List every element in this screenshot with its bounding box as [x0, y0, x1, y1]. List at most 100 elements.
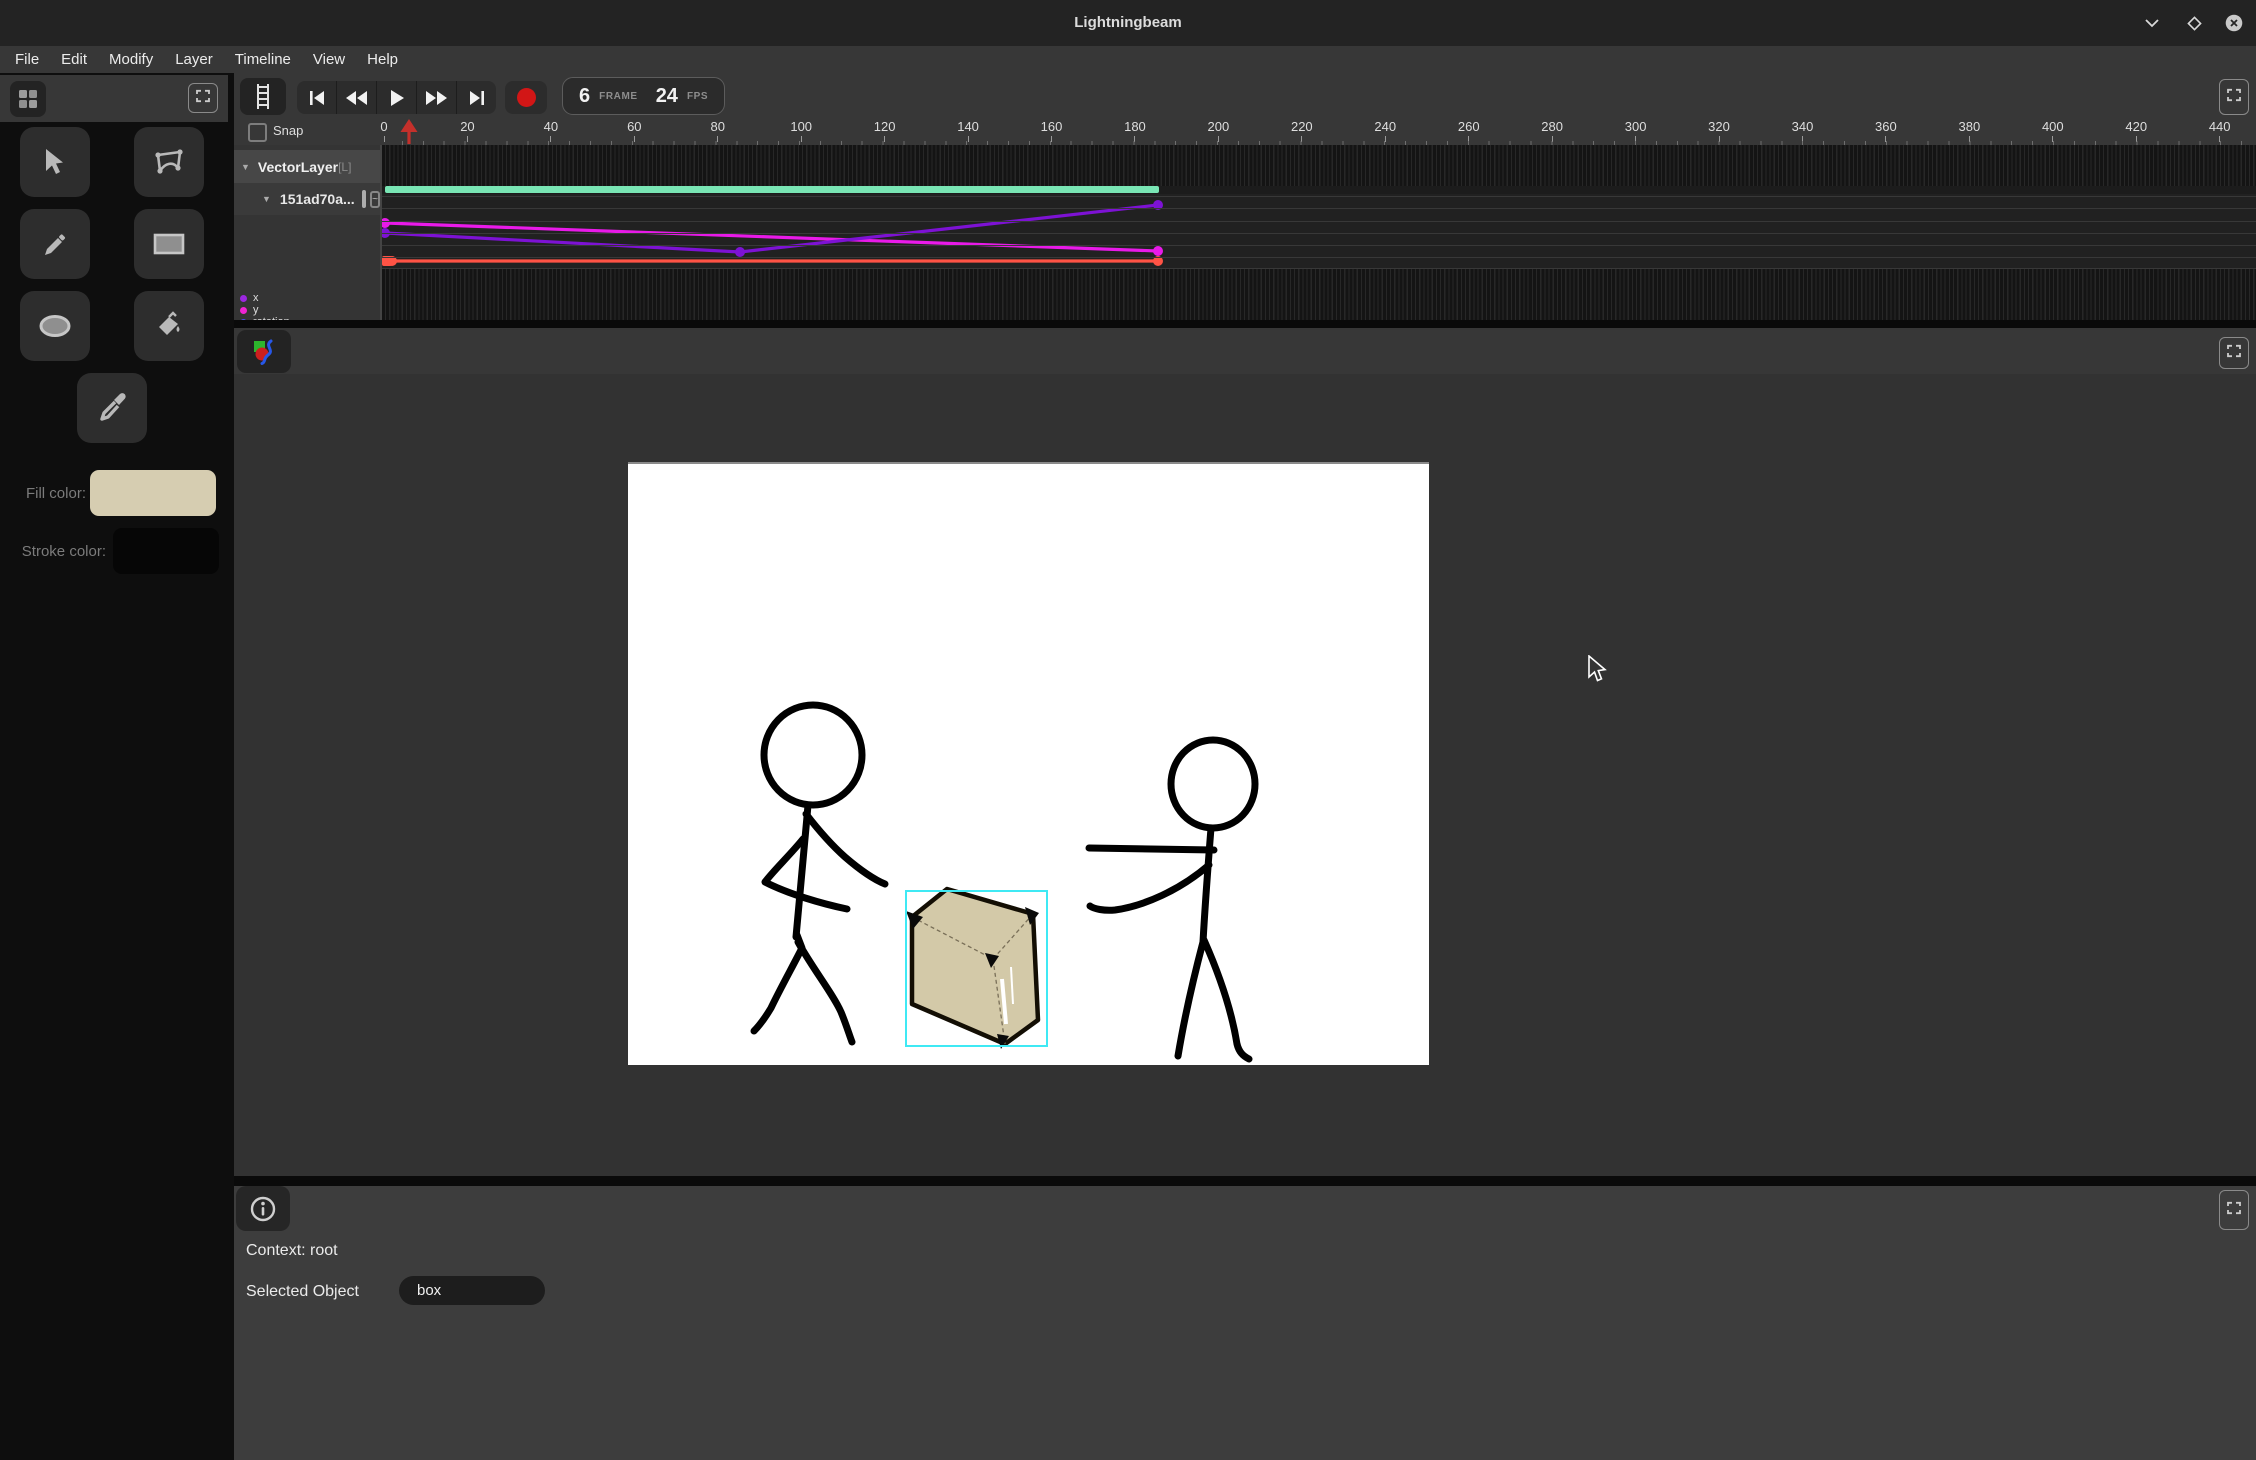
play-button[interactable]	[377, 81, 417, 114]
timeline-expand-button[interactable]	[2219, 79, 2249, 115]
timeline-panel: 6 FRAME 24 FPS 0204060801001201401601802…	[234, 73, 2256, 320]
fast-forward-button[interactable]	[417, 81, 457, 114]
grid-icon	[18, 89, 38, 109]
expand-icon	[196, 89, 210, 108]
minimize-icon[interactable]	[2142, 14, 2162, 32]
record-button[interactable]	[505, 81, 547, 114]
snap-checkbox[interactable]	[248, 123, 267, 142]
collapse-triangle-icon[interactable]: ▼	[262, 194, 271, 204]
frame-fps-display: 6 FRAME 24 FPS	[562, 77, 725, 115]
ruler-label-120: 120	[874, 119, 896, 134]
ruler-label-140: 140	[957, 119, 979, 134]
ruler-label-400: 400	[2042, 119, 2064, 134]
object-visibility-button[interactable]	[362, 190, 367, 208]
layer-row-vectorlayer[interactable]: ▼ VectorLayer [L]	[234, 150, 380, 183]
property-name: rotation	[253, 316, 290, 320]
property-row-y[interactable]: y	[240, 304, 259, 316]
ruler-label-200: 200	[1208, 119, 1230, 134]
pencil-icon	[41, 230, 69, 258]
expand-icon	[2227, 344, 2241, 363]
menu-item-help[interactable]: Help	[356, 46, 409, 73]
property-name: x	[253, 292, 259, 304]
vector-scene-icon	[251, 339, 277, 365]
ruler-label-420: 420	[2125, 119, 2147, 134]
ruler-label-240: 240	[1374, 119, 1396, 134]
fill-color-label: Fill color:	[14, 485, 86, 502]
fill-color-swatch[interactable]	[90, 470, 216, 516]
rewind-button[interactable]	[337, 81, 377, 114]
track-row-line	[382, 245, 2256, 246]
paint-bucket-icon	[154, 311, 184, 341]
timeline-tracks[interactable]	[382, 145, 2256, 320]
layer-list: ▼ VectorLayer [L] ▼ 151ad70a... ~ xyrota…	[234, 145, 382, 320]
ellipse-icon	[37, 313, 73, 339]
eyedropper-tool-button[interactable]	[77, 373, 147, 443]
ruler-label-40: 40	[544, 119, 558, 134]
track-row-line	[382, 268, 2256, 269]
skip-start-button[interactable]	[297, 81, 337, 114]
ruler-label-220: 220	[1291, 119, 1313, 134]
menu-item-modify[interactable]: Modify	[98, 46, 164, 73]
y-curve-keyframe	[735, 247, 745, 257]
menu-item-edit[interactable]: Edit	[50, 46, 98, 73]
rectangle-tool-button[interactable]	[134, 209, 204, 279]
canvas-expand-button[interactable]	[2219, 337, 2249, 369]
stroke-color-swatch[interactable]	[113, 528, 219, 574]
sidebar-expand-button[interactable]	[188, 83, 218, 113]
ruler-label-180: 180	[1124, 119, 1146, 134]
select-tool-button[interactable]	[20, 127, 90, 197]
paint-bucket-tool-button[interactable]	[134, 291, 204, 361]
window-title: Lightningbeam	[0, 0, 2256, 46]
menu-item-layer[interactable]: Layer	[164, 46, 224, 73]
ruler-label-340: 340	[1792, 119, 1814, 134]
selected-object-label: Selected Object	[246, 1283, 359, 1301]
titlebar: Lightningbeam	[0, 0, 2256, 46]
transform-tool-button[interactable]	[134, 127, 204, 197]
property-row-rotation[interactable]: rotation	[240, 316, 290, 320]
scene[interactable]	[628, 464, 1429, 1065]
info-tab-button[interactable]	[236, 1186, 290, 1231]
stroke-color-label: Stroke color:	[8, 543, 106, 560]
rectangle-icon	[152, 231, 186, 257]
select-icon	[42, 148, 68, 176]
ruler-label-380: 380	[1959, 119, 1981, 134]
menu-item-file[interactable]: File	[4, 46, 50, 73]
info-icon	[249, 1195, 277, 1223]
record-icon	[517, 88, 536, 107]
maximize-icon[interactable]	[2184, 14, 2204, 32]
snap-label: Snap	[273, 123, 303, 138]
frame-value: 6	[579, 85, 590, 108]
timeline-header: 6 FRAME 24 FPS	[234, 73, 2256, 119]
close-icon[interactable]	[2224, 14, 2244, 32]
x-curve-keyframe	[1153, 246, 1163, 256]
collapse-triangle-icon[interactable]: ▼	[241, 162, 250, 172]
ruler-label-0: 0	[380, 119, 387, 134]
menu-item-timeline[interactable]: Timeline	[224, 46, 302, 73]
track-row-line	[382, 221, 2256, 222]
menu-item-view[interactable]: View	[302, 46, 356, 73]
ruler-label-300: 300	[1625, 119, 1647, 134]
selected-object-input[interactable]: box	[399, 1276, 545, 1305]
ellipse-tool-button[interactable]	[20, 291, 90, 361]
right-figure-arm-top[interactable]	[1089, 848, 1214, 850]
pencil-tool-button[interactable]	[20, 209, 90, 279]
panel-grid-button[interactable]	[10, 81, 46, 117]
ruler-label-80: 80	[711, 119, 725, 134]
canvas-panel	[234, 328, 2256, 1176]
track-row-line	[382, 257, 2256, 258]
transform-icon	[152, 147, 186, 177]
menubar: FileEditModifyLayerTimelineViewHelp	[0, 46, 2256, 73]
film-button[interactable]	[240, 78, 286, 115]
property-row-x[interactable]: x	[240, 292, 259, 304]
fps-label: FPS	[687, 91, 708, 102]
object-tween-button[interactable]: ~	[370, 191, 380, 208]
expand-icon	[2227, 88, 2241, 107]
tool-sidebar: Fill color: Stroke color:	[0, 73, 234, 1460]
object-name: 151ad70a...	[280, 191, 355, 207]
playhead[interactable]	[398, 117, 420, 145]
object-row-151ad70a[interactable]: ▼ 151ad70a... ~	[234, 183, 380, 215]
status-expand-button[interactable]	[2219, 1190, 2249, 1230]
skip-end-button[interactable]	[457, 81, 496, 114]
canvas-tab-button[interactable]	[237, 330, 291, 373]
drawing-canvas[interactable]	[628, 462, 1429, 1065]
